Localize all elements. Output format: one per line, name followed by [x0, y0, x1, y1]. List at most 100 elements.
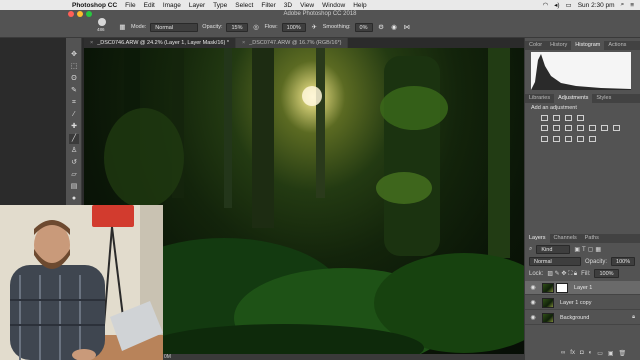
new-group-icon[interactable]: ▭	[597, 350, 603, 357]
layer-row-layer-1[interactable]: ◉ Layer 1	[525, 281, 640, 295]
layer-opacity-field[interactable]: 100%	[611, 257, 636, 266]
delete-layer-icon[interactable]: 🗑︎	[619, 350, 627, 357]
menu-window[interactable]: Window	[322, 2, 345, 9]
brightness-contrast-icon[interactable]	[541, 115, 548, 121]
menu-filter[interactable]: Filter	[261, 2, 275, 9]
gradient-map-icon[interactable]	[589, 136, 596, 142]
blend-mode-dropdown[interactable]: Normal	[529, 257, 581, 266]
marquee-tool-icon[interactable]: ⬚	[69, 62, 79, 72]
add-mask-icon[interactable]: ◘	[580, 350, 584, 357]
color-balance-icon[interactable]	[565, 125, 572, 131]
window-title: Adobe Photoshop CC 2018	[283, 11, 357, 17]
menu-edit[interactable]: Edit	[144, 2, 155, 9]
history-brush-tool-icon[interactable]: ↺	[69, 158, 79, 168]
layer-style-icon[interactable]: fx	[570, 350, 575, 357]
threshold-icon[interactable]	[565, 136, 572, 142]
menu-image[interactable]: Image	[163, 2, 181, 9]
clone-stamp-tool-icon[interactable]: ♙	[69, 146, 79, 156]
hue-saturation-icon[interactable]	[553, 125, 560, 131]
curves-icon[interactable]	[565, 115, 572, 121]
move-tool-icon[interactable]: ✥	[69, 50, 79, 60]
brush-settings-panel-icon[interactable]: ▦	[118, 23, 127, 32]
adjustments-row-2	[541, 125, 620, 131]
tab-libraries[interactable]: Libraries	[525, 94, 554, 103]
smoothing-options-gear-icon[interactable]: ⚙	[377, 23, 386, 32]
visibility-eye-icon[interactable]: ◉	[528, 299, 538, 306]
menu-select[interactable]: Select	[235, 2, 253, 9]
menu-file[interactable]: File	[125, 2, 135, 9]
eyedropper-tool-icon[interactable]: ⁄	[69, 110, 79, 120]
tab-styles[interactable]: Styles	[592, 94, 615, 103]
menubar-clock[interactable]: Sun 2:30 pm	[578, 2, 615, 9]
menu-layer[interactable]: Layer	[189, 2, 205, 9]
wifi-icon[interactable]: ◠	[542, 1, 548, 9]
pressure-size-icon[interactable]: ◉	[390, 23, 399, 32]
levels-icon[interactable]	[553, 115, 560, 121]
histogram-graph	[531, 52, 631, 90]
healing-brush-tool-icon[interactable]: ✚	[69, 122, 79, 132]
menu-view[interactable]: View	[300, 2, 314, 9]
tab-history[interactable]: History	[546, 41, 571, 50]
color-lookup-icon[interactable]	[613, 125, 620, 131]
brush-symmetry-icon[interactable]: ⋈	[403, 23, 412, 32]
app-menu[interactable]: Photoshop CC	[72, 2, 117, 9]
lock-options-icons[interactable]: ▨ ✎ ✥ ⛶ 🔒︎	[547, 270, 577, 278]
layer-mask-thumbnail[interactable]	[556, 282, 568, 293]
mode-label: Mode:	[131, 24, 147, 30]
tab-adjustments[interactable]: Adjustments	[554, 94, 593, 103]
filter-type-icons[interactable]: ▣T▢▦	[574, 246, 603, 253]
gradient-tool-icon[interactable]: ▤	[69, 182, 79, 192]
dodge-tool-icon[interactable]: ●	[69, 194, 79, 204]
visibility-eye-icon[interactable]: ◉	[528, 314, 538, 321]
quick-select-tool-icon[interactable]: ✎	[69, 86, 79, 96]
layer-opacity-label: Opacity:	[585, 258, 608, 265]
eraser-tool-icon[interactable]: ▱	[69, 170, 79, 180]
tab-color[interactable]: Color	[525, 41, 546, 50]
smoothing-field[interactable]: 0%	[354, 22, 373, 32]
fill-field[interactable]: 100%	[594, 269, 619, 278]
link-layers-icon[interactable]: ∞	[561, 350, 565, 357]
tab-paths[interactable]: Paths	[581, 234, 603, 243]
adjustment-layer-icon[interactable]: ◐	[589, 350, 593, 357]
posterize-icon[interactable]	[553, 136, 560, 142]
menu-3d[interactable]: 3D	[284, 2, 292, 9]
new-layer-icon[interactable]: ▣	[608, 350, 614, 357]
invert-icon[interactable]	[541, 136, 548, 142]
layer-row-background[interactable]: ◉ Background 🔒︎	[525, 311, 640, 325]
layer-filter-row: ⌕ Kind ▣T▢▦	[529, 245, 603, 254]
selective-color-icon[interactable]	[577, 136, 584, 142]
spotlight-icon[interactable]: ⌕	[621, 1, 625, 9]
brush-preset-picker[interactable]	[96, 18, 108, 27]
document-tab-dsc0747[interactable]: × _DSC0747.ARW @ 16.7% (RGB/16*)	[235, 38, 349, 48]
volume-icon[interactable]: ◂)	[554, 1, 559, 9]
tab-histogram[interactable]: Histogram	[571, 41, 605, 50]
flow-field[interactable]: 100%	[281, 22, 306, 32]
photo-filter-icon[interactable]	[589, 125, 596, 131]
document-tab-label: _DSC0746.ARW @ 24.2% (Layer 1, Layer Mas…	[97, 40, 229, 46]
opacity-field[interactable]: 15%	[226, 22, 248, 32]
channel-mixer-icon[interactable]	[601, 125, 608, 131]
tab-actions[interactable]: Actions	[604, 41, 630, 50]
battery-icon[interactable]: ▭	[566, 1, 572, 9]
vibrance-icon[interactable]	[541, 125, 548, 131]
kind-filter-dropdown[interactable]: Kind	[536, 245, 571, 254]
pressure-opacity-icon[interactable]: ◎	[252, 23, 261, 32]
airbrush-icon[interactable]: ✈	[310, 23, 319, 32]
red-lamp-shade	[92, 205, 134, 227]
exposure-icon[interactable]	[577, 115, 584, 121]
black-white-icon[interactable]	[577, 125, 584, 131]
visibility-eye-icon[interactable]: ◉	[528, 284, 538, 291]
menu-help[interactable]: Help	[353, 2, 366, 9]
close-tab-icon[interactable]: ×	[90, 40, 93, 46]
brush-tool-icon[interactable]: ╱	[69, 134, 79, 144]
mode-dropdown[interactable]: Normal	[150, 22, 199, 32]
tab-channels[interactable]: Channels	[550, 234, 581, 243]
document-tab-dsc0746[interactable]: × _DSC0746.ARW @ 24.2% (Layer 1, Layer Ma…	[84, 38, 236, 48]
crop-tool-icon[interactable]: ⌗	[69, 98, 79, 108]
tab-layers[interactable]: Layers	[525, 234, 550, 243]
menu-type[interactable]: Type	[213, 2, 227, 9]
layer-row-layer-1-copy[interactable]: ◉ Layer 1 copy	[525, 296, 640, 310]
close-tab-icon[interactable]: ×	[242, 40, 245, 46]
lasso-tool-icon[interactable]: ʘ	[69, 74, 79, 84]
notification-center-icon[interactable]: ≡	[630, 2, 634, 9]
